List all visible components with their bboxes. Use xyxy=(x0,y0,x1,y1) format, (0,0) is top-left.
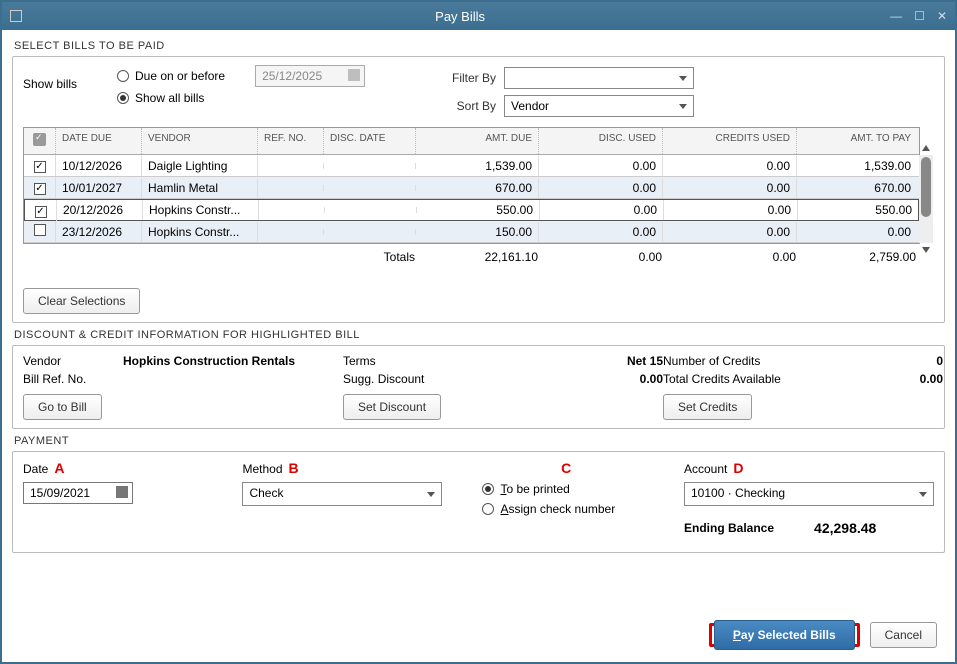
table-scrollbar[interactable] xyxy=(919,155,933,243)
assign-check-radio[interactable] xyxy=(482,503,494,515)
table-body: 10/12/2026 Daigle Lighting 1,539.00 0.00… xyxy=(24,155,919,243)
pay-selected-bills-button[interactable]: Pay Selected Bills xyxy=(714,620,855,650)
sort-by-select[interactable]: Vendor xyxy=(504,95,694,117)
totals-row: Totals 22,161.10 0.00 0.00 2,759.00 xyxy=(23,244,934,270)
sugg-disc-value: 0.00 xyxy=(483,372,663,386)
calendar-icon xyxy=(348,69,360,81)
account-label: Account xyxy=(684,462,727,476)
to-be-printed-radio[interactable] xyxy=(482,483,494,495)
select-all-checkbox[interactable] xyxy=(33,133,46,146)
minimize-icon[interactable]: — xyxy=(890,9,902,23)
table-row[interactable]: 10/01/2027 Hamlin Metal 670.00 0.00 0.00… xyxy=(24,177,919,199)
th-disc-used[interactable]: DISC. USED xyxy=(539,128,663,154)
payment-date-label: Date xyxy=(23,462,48,476)
maximize-icon[interactable]: ☐ xyxy=(914,9,925,23)
row-checkbox[interactable] xyxy=(34,224,46,236)
show-all-radio[interactable] xyxy=(117,92,129,104)
sort-by-label: Sort By xyxy=(436,99,496,113)
th-vendor[interactable]: VENDOR xyxy=(142,128,258,154)
payment-section-label: PAYMENT xyxy=(14,435,945,447)
to-be-printed-label: To be printed xyxy=(500,482,569,496)
th-date-due[interactable]: DATE DUE xyxy=(56,128,142,154)
app-icon xyxy=(10,10,22,22)
cancel-button[interactable]: Cancel xyxy=(870,622,937,648)
annotation-b: B xyxy=(289,460,299,476)
vendor-label: Vendor xyxy=(23,354,123,368)
th-ref-no[interactable]: REF. NO. xyxy=(258,128,324,154)
method-label: Method xyxy=(242,462,282,476)
due-on-date-input[interactable]: 25/12/2025 xyxy=(255,65,365,87)
set-credits-button[interactable]: Set Credits xyxy=(663,394,752,420)
ending-balance-label: Ending Balance xyxy=(684,521,774,535)
go-to-bill-button[interactable]: Go to Bill xyxy=(23,394,102,420)
select-bills-panel: Show bills Due on or before 25/12/2025 S… xyxy=(12,56,945,323)
payment-date-input[interactable]: 15/09/2021 xyxy=(23,482,133,504)
num-credits-value: 0 xyxy=(833,354,943,368)
filter-by-select[interactable] xyxy=(504,67,694,89)
window-title: Pay Bills xyxy=(30,9,890,24)
totals-credits-used: 0.00 xyxy=(662,250,796,264)
window-controls: — ☐ ✕ xyxy=(890,9,947,23)
sugg-disc-label: Sugg. Discount xyxy=(343,372,483,386)
bills-table: DATE DUE VENDOR REF. NO. DISC. DATE AMT.… xyxy=(23,127,920,244)
totals-disc-used: 0.00 xyxy=(538,250,662,264)
assign-check-label: Assign check number xyxy=(500,502,615,516)
due-on-radio[interactable] xyxy=(117,70,129,82)
pay-bills-window: { "window": { "title": "Pay Bills" }, "s… xyxy=(0,0,957,664)
annotation-a: A xyxy=(54,460,64,476)
total-credits-label: Total Credits Available xyxy=(663,372,833,386)
ref-label: Bill Ref. No. xyxy=(23,372,123,386)
row-checkbox[interactable] xyxy=(34,161,46,173)
table-row[interactable]: 23/12/2026 Hopkins Constr... 150.00 0.00… xyxy=(24,221,919,243)
calendar-icon[interactable] xyxy=(116,486,128,498)
vendor-value: Hopkins Construction Rentals xyxy=(123,354,343,368)
payment-panel: Date A 15/09/2021 Method B Check C To be p… xyxy=(12,451,945,553)
row-checkbox[interactable] xyxy=(34,183,46,195)
annotation-highlight: Pay Selected Bills xyxy=(709,623,860,647)
total-credits-value: 0.00 xyxy=(833,372,943,386)
show-all-label: Show all bills xyxy=(135,91,204,105)
th-amt-due[interactable]: AMT. DUE xyxy=(416,128,539,154)
terms-label: Terms xyxy=(343,354,483,368)
close-icon[interactable]: ✕ xyxy=(937,9,947,23)
totals-amt-due: 22,161.10 xyxy=(415,250,538,264)
table-row[interactable]: 20/12/2026 Hopkins Constr... 550.00 0.00… xyxy=(24,199,919,221)
table-header: DATE DUE VENDOR REF. NO. DISC. DATE AMT.… xyxy=(24,128,919,155)
annotation-c: C xyxy=(561,460,571,476)
account-select[interactable]: 10100 · Checking xyxy=(684,482,934,506)
table-row[interactable]: 10/12/2026 Daigle Lighting 1,539.00 0.00… xyxy=(24,155,919,177)
num-credits-label: Number of Credits xyxy=(663,354,833,368)
th-disc-date[interactable]: DISC. DATE xyxy=(324,128,416,154)
row-checkbox[interactable] xyxy=(35,206,47,218)
set-discount-button[interactable]: Set Discount xyxy=(343,394,441,420)
totals-label: Totals xyxy=(323,250,415,264)
terms-value: Net 15 xyxy=(483,354,663,368)
due-on-label: Due on or before xyxy=(135,69,225,83)
ending-balance-value: 42,298.48 xyxy=(814,520,876,536)
th-amt-to-pay[interactable]: AMT. TO PAY xyxy=(797,128,917,154)
filter-by-label: Filter By xyxy=(436,71,496,85)
discount-info-panel: Vendor Hopkins Construction Rentals Term… xyxy=(12,345,945,429)
totals-amt-to-pay: 2,759.00 xyxy=(796,250,916,264)
scroll-thumb[interactable] xyxy=(921,157,931,217)
footer-buttons: Pay Selected Bills Cancel xyxy=(709,622,937,648)
method-select[interactable]: Check xyxy=(242,482,442,506)
th-credits-used[interactable]: CREDITS USED xyxy=(663,128,797,154)
discount-info-section-label: DISCOUNT & CREDIT INFORMATION FOR HIGHLI… xyxy=(14,329,945,341)
titlebar: Pay Bills — ☐ ✕ xyxy=(2,2,955,30)
scroll-up-icon[interactable] xyxy=(922,145,930,151)
select-bills-section-label: SELECT BILLS TO BE PAID xyxy=(14,40,945,52)
show-bills-label: Show bills xyxy=(23,65,103,91)
scroll-down-icon[interactable] xyxy=(922,247,930,253)
clear-selections-button[interactable]: Clear Selections xyxy=(23,288,140,314)
annotation-d: D xyxy=(733,460,743,476)
